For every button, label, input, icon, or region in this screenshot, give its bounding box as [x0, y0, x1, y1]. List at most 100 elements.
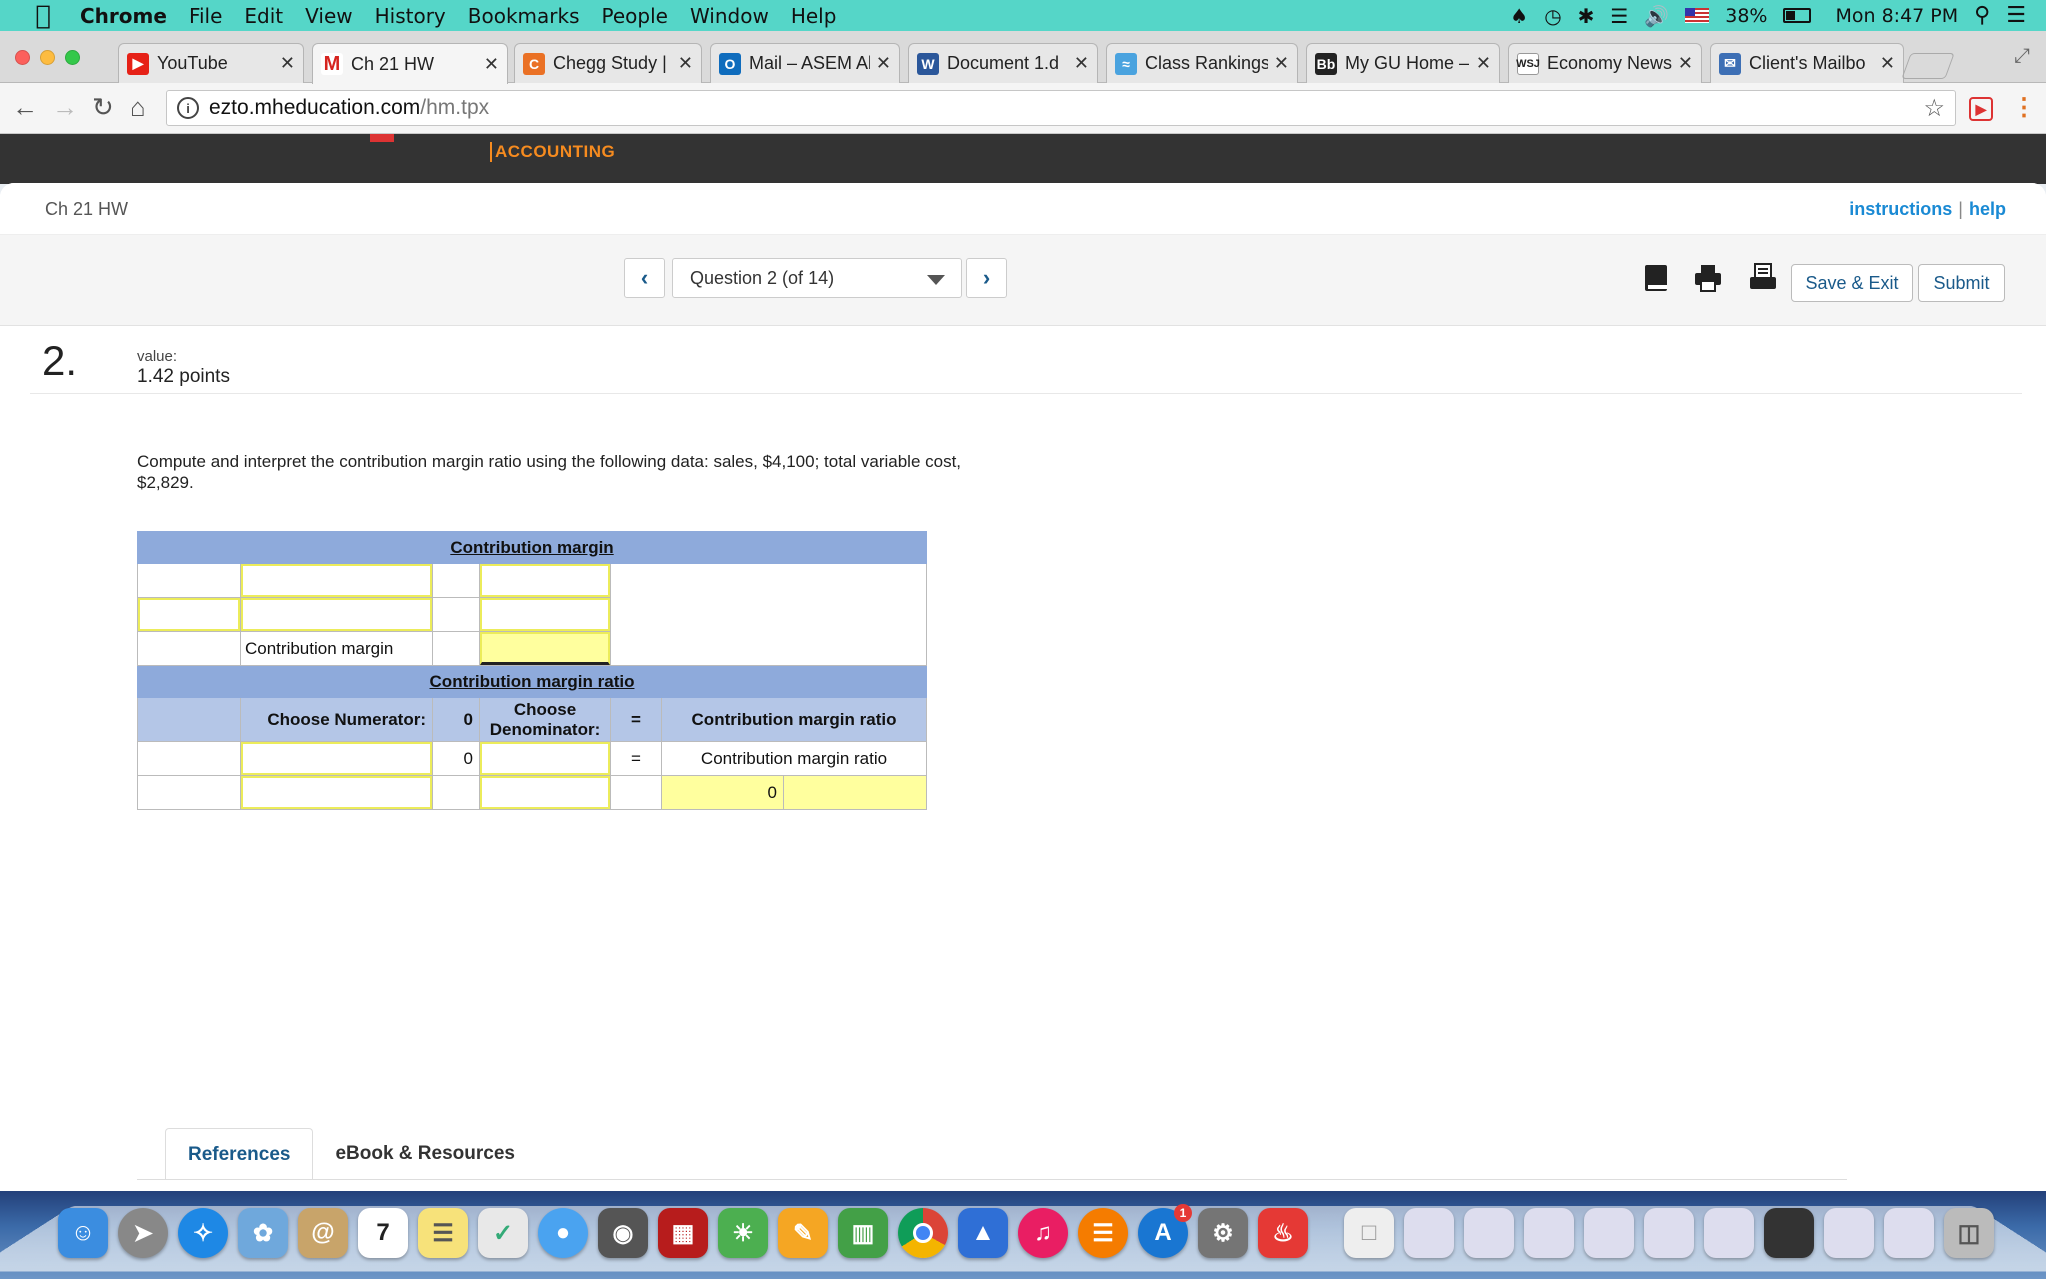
report-icon[interactable] [1748, 263, 1778, 293]
new-tab-button[interactable] [1901, 53, 1955, 79]
menubar-clock[interactable]: Mon 8:47 PM [1835, 5, 1958, 27]
popcorn-time-icon[interactable]: ♨ [1258, 1208, 1308, 1258]
battery-icon[interactable] [1783, 8, 1812, 23]
ebook-icon[interactable] [1641, 263, 1671, 293]
window-thumbnail[interactable] [1884, 1208, 1934, 1258]
tab-close-icon[interactable]: ✕ [280, 53, 295, 74]
tab-close-icon[interactable]: ✕ [678, 53, 693, 74]
numbers-icon[interactable]: ▥ [838, 1208, 888, 1258]
user-icon[interactable]: ♠ [1510, 4, 1528, 28]
notification-center-icon[interactable]: ☰ [2006, 3, 2026, 28]
forward-icon[interactable]: → [52, 92, 78, 123]
cm-label-input-2[interactable] [241, 598, 432, 631]
menu-people[interactable]: People [602, 4, 668, 28]
help-link[interactable]: help [1969, 199, 2006, 219]
fullscreen-icon[interactable]: ⤢ [2014, 45, 2030, 68]
minimize-window-button[interactable] [40, 50, 55, 65]
window-thumbnail[interactable] [1704, 1208, 1754, 1258]
tab-references[interactable]: References [165, 1128, 314, 1180]
window-thumbnail[interactable] [1644, 1208, 1694, 1258]
calendar-icon[interactable]: 7 [358, 1208, 408, 1258]
notes-icon[interactable]: ☰ [418, 1208, 468, 1258]
launchpad-icon[interactable]: ➤ [118, 1208, 168, 1258]
menu-history[interactable]: History [375, 4, 446, 28]
zoom-window-button[interactable] [65, 50, 80, 65]
apple-menu-icon[interactable]:  [26, 1, 60, 31]
tab-close-icon[interactable]: ✕ [1274, 53, 1289, 74]
tab-my-gu-home[interactable]: Bb My GU Home – ✕ [1306, 43, 1500, 83]
chrome-icon[interactable] [898, 1208, 948, 1258]
tab-class-rankings[interactable]: ≈ Class Rankings ✕ [1106, 43, 1298, 83]
reload-icon[interactable]: ↻ [92, 92, 114, 123]
bluetooth-icon[interactable]: ✱ [1578, 4, 1595, 28]
tab-chegg[interactable]: C Chegg Study | ✕ [514, 43, 702, 83]
finder-icon[interactable]: ☺ [58, 1208, 108, 1258]
address-bar[interactable]: i ezto.mheducation.com /hm.tpx ☆ [166, 90, 1956, 126]
menu-edit[interactable]: Edit [244, 4, 283, 28]
itunes-icon[interactable]: ♫ [1018, 1208, 1068, 1258]
bookmark-star-icon[interactable]: ☆ [1923, 94, 1945, 123]
cm-operator-input[interactable] [138, 598, 240, 631]
tab-mail[interactable]: O Mail – ASEM Al ✕ [710, 43, 900, 83]
chrome-menu-icon[interactable]: ⋮ [2012, 93, 2036, 122]
ibooks-icon[interactable]: ☰ [1078, 1208, 1128, 1258]
facetime-icon[interactable]: ◉ [598, 1208, 648, 1258]
tab-close-icon[interactable]: ✕ [1074, 53, 1089, 74]
window-thumbnail[interactable] [1524, 1208, 1574, 1258]
instructions-link[interactable]: instructions [1849, 199, 1952, 219]
time-machine-icon[interactable]: ◷ [1544, 4, 1561, 28]
spotlight-search-icon[interactable]: ⚲ [1974, 3, 1990, 28]
tab-close-icon[interactable]: ✕ [1678, 53, 1693, 74]
app-store-icon[interactable]: A1 [1138, 1204, 1192, 1258]
cm-label-input-1[interactable] [241, 564, 432, 597]
denominator-amount-input[interactable] [480, 776, 610, 809]
menu-window[interactable]: Window [690, 4, 769, 28]
cm-amount-input-2[interactable] [480, 598, 610, 631]
iphoto-icon[interactable]: ☀ [718, 1208, 768, 1258]
question-select[interactable]: Question 2 (of 14) [672, 258, 962, 298]
wifi-icon[interactable]: ☰ [1610, 4, 1628, 28]
window-thumbnail[interactable] [1584, 1208, 1634, 1258]
home-icon[interactable]: ⌂ [130, 92, 146, 123]
menu-bookmarks[interactable]: Bookmarks [468, 4, 580, 28]
tab-close-icon[interactable]: ✕ [1476, 53, 1491, 74]
site-info-icon[interactable]: i [177, 97, 199, 119]
window-thumbnail[interactable] [1764, 1208, 1814, 1258]
us-flag-icon[interactable] [1685, 8, 1710, 23]
print-icon[interactable] [1693, 263, 1723, 293]
numerator-select-input[interactable] [241, 742, 432, 775]
pages-icon[interactable]: ✎ [778, 1208, 828, 1258]
extension-icon[interactable]: ▶ [1969, 97, 1993, 121]
tab-economy-news[interactable]: WSJ Economy News ✕ [1508, 43, 1702, 83]
mail-icon[interactable]: ✿ [238, 1208, 288, 1258]
trash-icon[interactable]: ◫ [1944, 1208, 1994, 1258]
denominator-select-input[interactable] [480, 742, 610, 775]
back-icon[interactable]: ← [12, 92, 38, 123]
tab-document[interactable]: W Document 1.d ✕ [908, 43, 1098, 83]
tab-ebook-resources[interactable]: eBook & Resources [313, 1128, 537, 1180]
save-exit-button[interactable]: Save & Exit [1791, 264, 1913, 302]
submit-button[interactable]: Submit [1918, 264, 2005, 302]
tab-clients-mailbox[interactable]: ✉ Client's Mailbo ✕ [1710, 43, 1904, 83]
reminders-icon[interactable]: ✓ [478, 1208, 528, 1258]
window-thumbnail[interactable] [1464, 1208, 1514, 1258]
photo-booth-icon[interactable]: ▦ [658, 1208, 708, 1258]
safari-icon[interactable]: ✧ [178, 1208, 228, 1258]
cm-total-input[interactable] [480, 632, 610, 665]
close-window-button[interactable] [15, 50, 30, 65]
contacts-icon[interactable]: @ [298, 1208, 348, 1258]
previous-question-button[interactable]: ‹ [624, 258, 665, 298]
menu-file[interactable]: File [189, 4, 222, 28]
document-icon[interactable]: □ [1344, 1208, 1394, 1258]
battery-percent[interactable]: 38% [1725, 5, 1767, 27]
tab-close-icon[interactable]: ✕ [1880, 53, 1895, 74]
volume-icon[interactable]: 🔊 [1644, 4, 1669, 28]
next-question-button[interactable]: › [966, 258, 1007, 298]
tab-close-icon[interactable]: ✕ [876, 53, 891, 74]
menu-app-name[interactable]: Chrome [80, 4, 167, 28]
menu-view[interactable]: View [305, 4, 352, 28]
menu-help[interactable]: Help [791, 4, 837, 28]
tab-ch21-hw[interactable]: M Ch 21 HW ✕ [312, 43, 508, 84]
keynote-icon[interactable]: ▲ [958, 1208, 1008, 1258]
tab-youtube[interactable]: ▶ YouTube ✕ [118, 43, 304, 83]
